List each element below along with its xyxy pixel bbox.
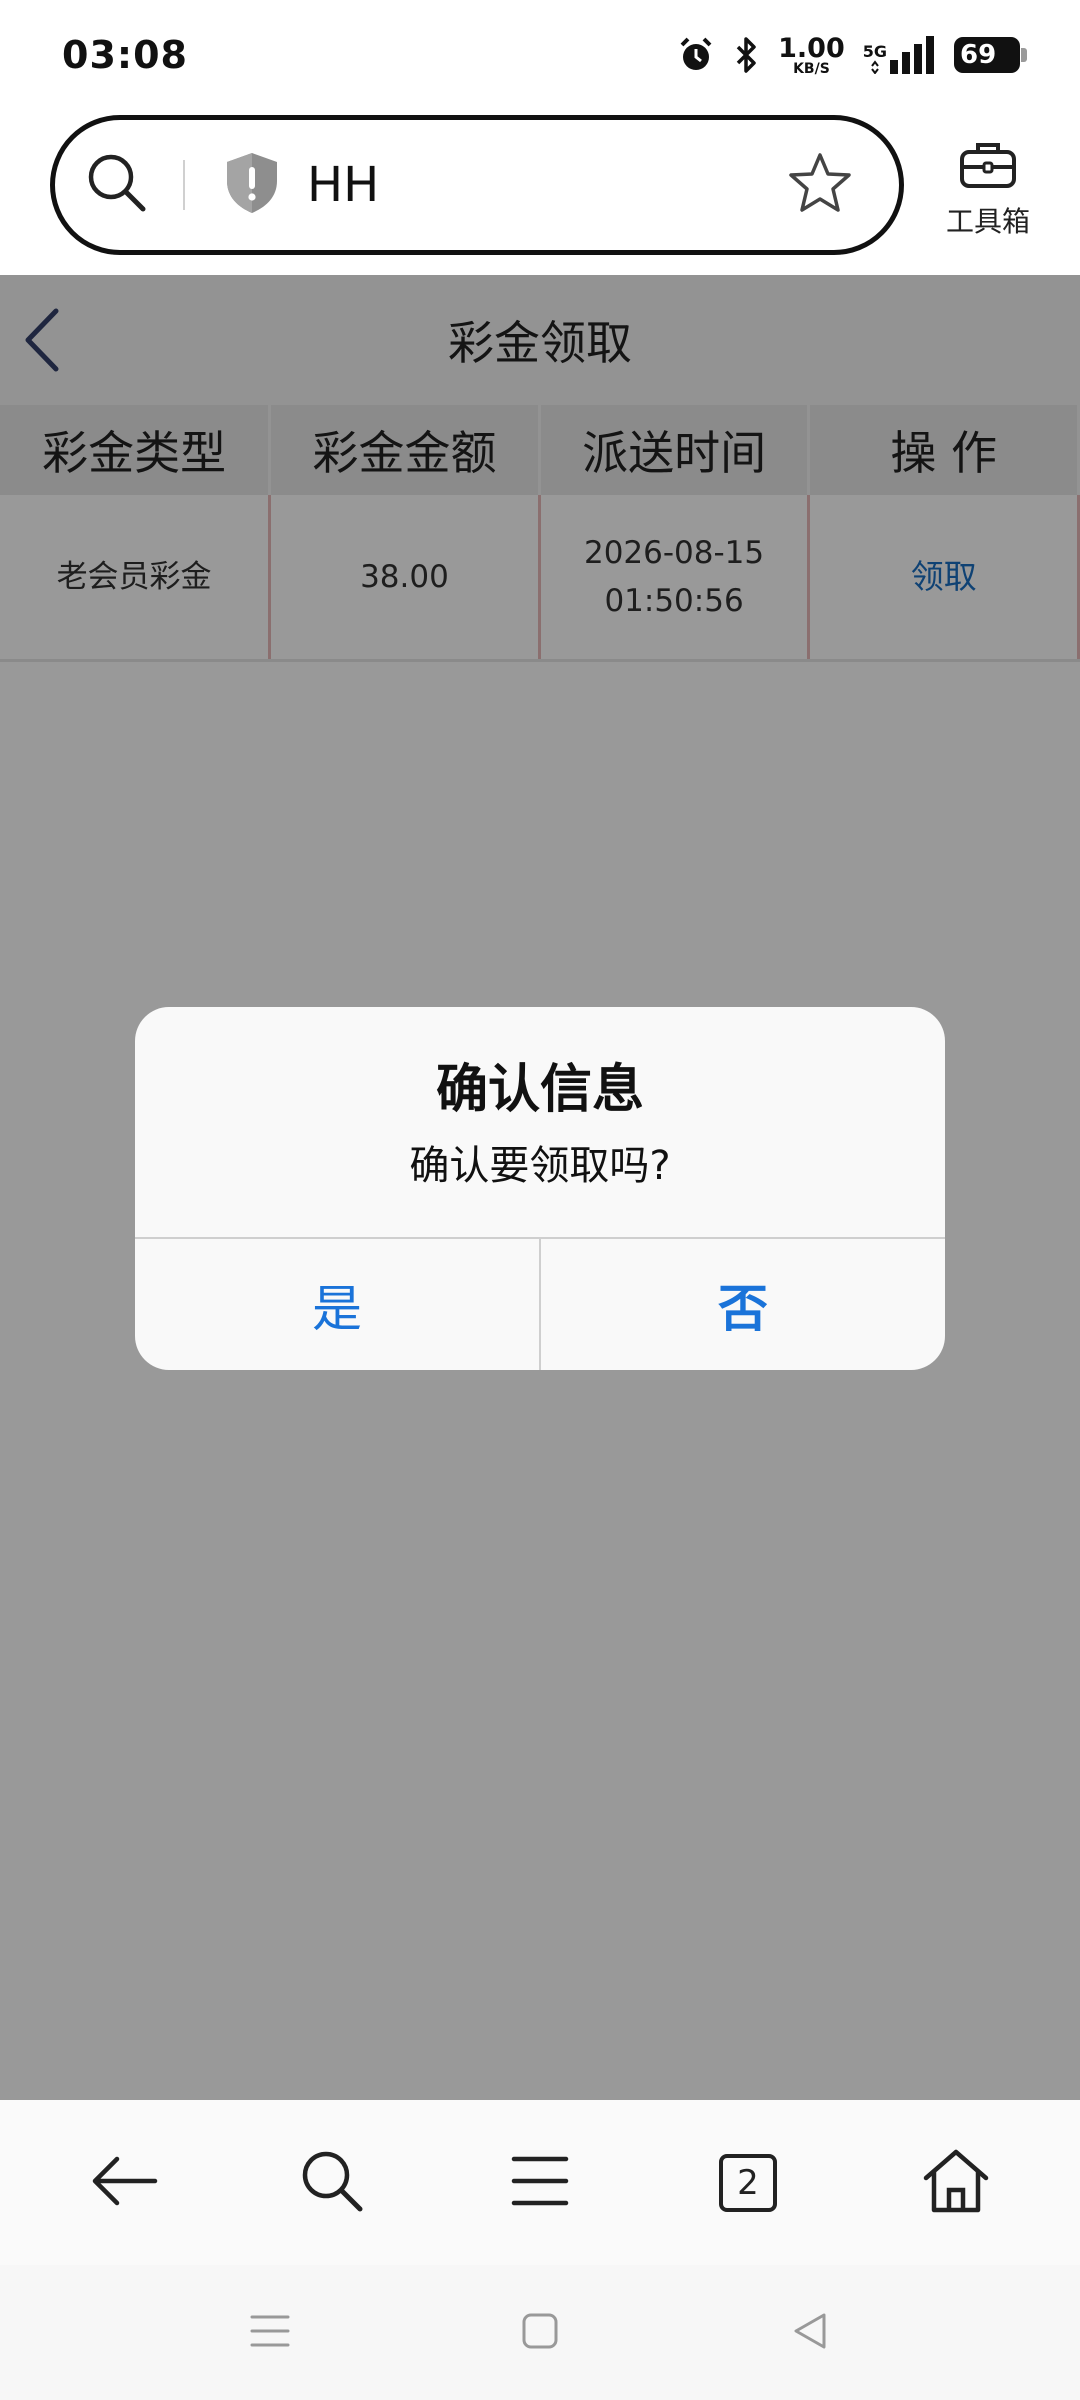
dialog-title: 确认信息 xyxy=(435,1060,644,1120)
browser-toolbar: HH 工具箱 xyxy=(0,110,1080,275)
tab-count: 2 xyxy=(719,2153,777,2212)
battery-indicator: 69 xyxy=(954,37,1027,73)
nav-tabs-button[interactable]: 2 xyxy=(678,2123,818,2243)
status-time: 03:08 xyxy=(62,33,188,77)
address-bar-divider xyxy=(183,160,185,210)
signal-type-label: 5G xyxy=(862,42,887,61)
system-nav-bar xyxy=(0,2265,1080,2400)
search-icon xyxy=(299,2148,365,2218)
square-icon xyxy=(520,2311,560,2355)
status-icons: 1.00 KB/S 5G 69 xyxy=(676,35,1027,76)
toolbox-icon xyxy=(958,140,1018,194)
network-speed-unit: KB/S xyxy=(793,60,830,77)
recents-lines-icon xyxy=(250,2311,290,2355)
confirm-yes-button[interactable]: 是 xyxy=(135,1239,541,1370)
system-back-button[interactable] xyxy=(675,2283,945,2383)
system-home-button[interactable] xyxy=(405,2283,675,2383)
network-speed-value: 1.00 xyxy=(778,32,845,64)
bookmark-star-icon[interactable] xyxy=(787,151,853,219)
battery-level: 69 xyxy=(960,40,997,70)
confirm-no-button[interactable]: 否 xyxy=(541,1239,945,1370)
dialog-message: 确认要领取吗? xyxy=(409,1143,671,1189)
network-speed: 1.00 KB/S xyxy=(778,35,845,76)
nav-menu-button[interactable] xyxy=(470,2123,610,2243)
address-bar[interactable]: HH xyxy=(50,115,904,255)
signal-5g-icon: 5G xyxy=(863,36,936,74)
url-text[interactable]: HH xyxy=(307,157,787,213)
system-recents-button[interactable] xyxy=(135,2283,405,2383)
nav-home-button[interactable] xyxy=(886,2123,1026,2243)
status-bar: 03:08 1.00 KB/S 5G 69 xyxy=(0,0,1080,110)
toolbox-label: 工具箱 xyxy=(945,205,1030,238)
confirm-dialog: 确认信息 确认要领取吗? 是 否 xyxy=(135,1007,945,1370)
toolbox-button[interactable]: 工具箱 xyxy=(936,140,1040,240)
arrow-left-icon xyxy=(89,2151,159,2215)
alarm-icon xyxy=(676,35,716,75)
bluetooth-icon xyxy=(734,35,760,75)
dialog-button-row: 是 否 xyxy=(135,1237,945,1370)
nav-back-button[interactable] xyxy=(54,2123,194,2243)
search-icon[interactable] xyxy=(85,151,149,219)
screen: 03:08 1.00 KB/S 5G 69 HH 工具箱 彩金领取 彩金类型 彩… xyxy=(0,0,1080,2400)
browser-bottom-nav: 2 xyxy=(0,2100,1080,2265)
security-warning-icon[interactable] xyxy=(223,151,281,219)
nav-search-button[interactable] xyxy=(262,2123,402,2243)
home-icon xyxy=(922,2148,990,2218)
triangle-back-icon xyxy=(790,2311,830,2355)
menu-icon xyxy=(511,2154,569,2212)
